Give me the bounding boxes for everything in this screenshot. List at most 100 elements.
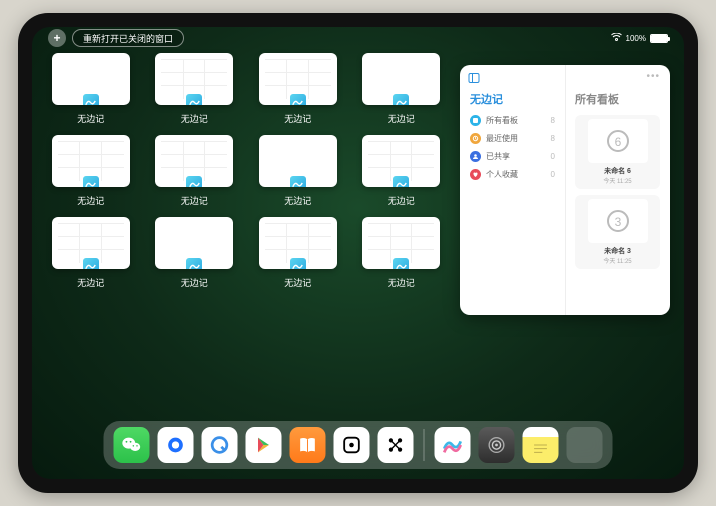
window-preview: [362, 135, 440, 187]
sidebar-title: 无边记: [470, 91, 555, 107]
category-label: 个人收藏: [486, 169, 518, 180]
category-label: 所有看板: [486, 115, 518, 126]
category-label: 已共享: [486, 151, 510, 162]
dock: [104, 421, 613, 469]
app-switcher-grid: 无边记无边记无边记无边记无边记无边记无边记无边记无边记无边记无边记无边记: [46, 53, 446, 419]
category-icon: [470, 133, 481, 144]
window-thumbnail[interactable]: 无边记: [150, 135, 240, 207]
window-thumbnail[interactable]: 无边记: [357, 135, 447, 207]
freeform-app-badge-icon: [185, 257, 203, 269]
more-icon[interactable]: •••: [646, 71, 660, 82]
window-preview: [52, 53, 130, 105]
window-preview: [362, 53, 440, 105]
category-label: 最近使用: [486, 133, 518, 144]
battery-icon: [650, 34, 668, 43]
window-thumbnail[interactable]: 无边记: [150, 217, 240, 289]
category-count: 8: [551, 116, 555, 125]
window-label: 无边记: [284, 194, 311, 207]
category-item[interactable]: 最近使用 8: [470, 133, 555, 144]
window-preview: [52, 217, 130, 269]
wifi-icon: [611, 33, 622, 43]
dock-app-wechat[interactable]: [114, 427, 150, 463]
category-item[interactable]: 已共享 0: [470, 151, 555, 162]
board-date: 今天 11:25: [603, 176, 631, 185]
status-indicators: 100%: [611, 33, 668, 43]
category-item[interactable]: 所有看板 8: [470, 115, 555, 126]
window-label: 无边记: [284, 112, 311, 125]
freeform-app-badge-icon: [185, 93, 203, 105]
category-icon: [470, 169, 481, 180]
window-thumbnail[interactable]: 无边记: [150, 53, 240, 125]
sidebar-categories: 无边记 所有看板 8 最近使用 8 已共享 0 个人收藏 0: [460, 65, 565, 315]
freeform-app-badge-icon: [289, 257, 307, 269]
dock-app-settings[interactable]: [479, 427, 515, 463]
window-label: 无边记: [181, 112, 208, 125]
freeform-sidebar-window[interactable]: ••• 无边记 所有看板 8 最近使用 8 已共享 0 个人收藏 0 所有看板 6未命名 6今…: [460, 65, 670, 315]
board-card[interactable]: 6未命名 6今天 11:25: [575, 115, 660, 189]
category-count: 0: [551, 170, 555, 179]
window-thumbnail[interactable]: 无边记: [253, 217, 343, 289]
freeform-app-badge-icon: [82, 93, 100, 105]
add-window-button[interactable]: +: [48, 29, 66, 47]
category-icon: [470, 115, 481, 126]
freeform-app-badge-icon: [392, 93, 410, 105]
battery-percent: 100%: [626, 34, 646, 43]
category-icon: [470, 151, 481, 162]
window-thumbnail[interactable]: 无边记: [253, 53, 343, 125]
freeform-app-badge-icon: [82, 257, 100, 269]
reopen-label: 重新打开已关闭的窗口: [83, 32, 173, 45]
window-thumbnail[interactable]: 无边记: [357, 53, 447, 125]
freeform-app-badge-icon: [392, 175, 410, 187]
window-preview: [155, 135, 233, 187]
dock-app-books[interactable]: [290, 427, 326, 463]
board-name: 未命名 3: [604, 246, 631, 256]
category-count: 0: [551, 152, 555, 161]
freeform-app-badge-icon: [289, 175, 307, 187]
freeform-app-badge-icon: [82, 175, 100, 187]
category-item[interactable]: 个人收藏 0: [470, 169, 555, 180]
board-name: 未命名 6: [604, 166, 631, 176]
window-label: 无边记: [181, 276, 208, 289]
window-preview: [259, 53, 337, 105]
window-label: 无边记: [388, 276, 415, 289]
window-preview: [52, 135, 130, 187]
window-label: 无边记: [181, 194, 208, 207]
window-thumbnail[interactable]: 无边记: [46, 53, 136, 125]
boards-title: 所有看板: [575, 91, 660, 107]
freeform-app-badge-icon: [185, 175, 203, 187]
main-area: 无边记无边记无边记无边记无边记无边记无边记无边记无边记无边记无边记无边记 •••…: [46, 53, 670, 419]
window-label: 无边记: [77, 194, 104, 207]
dock-separator: [424, 429, 425, 461]
sidebar-toggle-icon[interactable]: [468, 71, 480, 83]
dock-app-quark[interactable]: [202, 427, 238, 463]
window-preview: [362, 217, 440, 269]
status-bar: + 重新打开已关闭的窗口 100%: [32, 27, 684, 49]
category-count: 8: [551, 134, 555, 143]
svg-text:3: 3: [614, 215, 621, 229]
window-thumbnail[interactable]: 无边记: [357, 217, 447, 289]
sidebar-boards: 所有看板 6未命名 6今天 11:253未命名 3今天 11:25: [565, 65, 670, 315]
ipad-frame: + 重新打开已关闭的窗口 100% 无边记无边记无边记无边记无边记无边记无边记无…: [18, 13, 698, 493]
window-preview: [155, 53, 233, 105]
reopen-closed-window-pill[interactable]: 重新打开已关闭的窗口: [72, 29, 184, 47]
dock-app-hub[interactable]: [378, 427, 414, 463]
dock-app-dice[interactable]: [334, 427, 370, 463]
board-date: 今天 11:25: [603, 256, 631, 265]
window-label: 无边记: [77, 112, 104, 125]
window-thumbnail[interactable]: 无边记: [253, 135, 343, 207]
window-preview: [155, 217, 233, 269]
window-label: 无边记: [77, 276, 104, 289]
board-card[interactable]: 3 未命名 3今天 11:25: [575, 195, 660, 269]
dock-app-qq[interactable]: [158, 427, 194, 463]
dock-app-notes[interactable]: [523, 427, 559, 463]
board-preview: 3: [588, 199, 648, 243]
freeform-app-badge-icon: [289, 93, 307, 105]
window-label: 无边记: [388, 194, 415, 207]
screen: + 重新打开已关闭的窗口 100% 无边记无边记无边记无边记无边记无边记无边记无…: [32, 27, 684, 479]
window-thumbnail[interactable]: 无边记: [46, 217, 136, 289]
dock-app-folder[interactable]: [567, 427, 603, 463]
dock-app-play[interactable]: [246, 427, 282, 463]
freeform-app-badge-icon: [392, 257, 410, 269]
window-thumbnail[interactable]: 无边记: [46, 135, 136, 207]
dock-app-freeform[interactable]: [435, 427, 471, 463]
